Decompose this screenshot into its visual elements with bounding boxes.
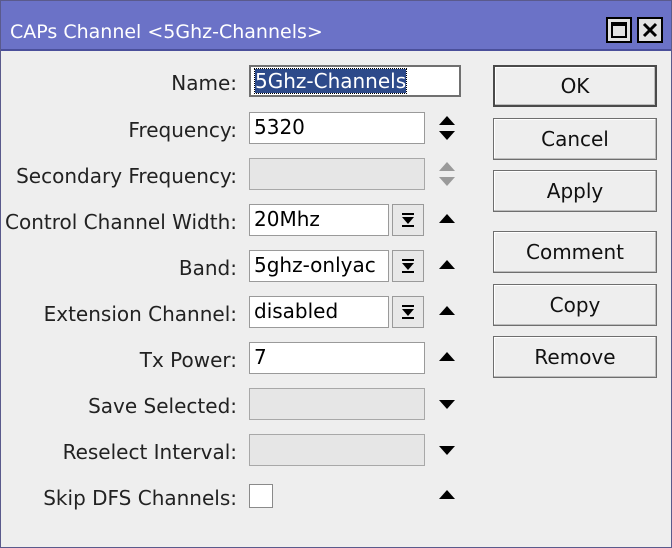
ok-button[interactable]: OK	[493, 65, 657, 107]
reselect-interval-input	[249, 434, 425, 466]
name-label: Name:	[171, 71, 237, 95]
cancel-button[interactable]: Cancel	[493, 118, 657, 160]
frequency-up-down-icon[interactable]	[435, 113, 459, 143]
caps-channel-window: CAPs Channel <5Ghz-Channels> Name: 5Ghz-…	[0, 0, 672, 548]
extension-channel-collapse-icon[interactable]	[435, 297, 459, 327]
extension-channel-select[interactable]: disabled	[249, 296, 389, 328]
skip-dfs-channels-collapse-icon[interactable]	[435, 481, 459, 511]
control-channel-width-value: 20Mhz	[254, 207, 320, 231]
copy-button[interactable]: Copy	[493, 284, 657, 326]
close-button[interactable]	[637, 17, 663, 43]
tx-power-input[interactable]: 7	[249, 342, 425, 374]
control-channel-width-dropdown-button[interactable]	[392, 204, 424, 236]
extension-channel-label: Extension Channel:	[43, 302, 237, 326]
window-title: CAPs Channel <5Ghz-Channels>	[10, 21, 323, 43]
remove-button[interactable]: Remove	[493, 336, 657, 378]
save-selected-expand-icon[interactable]	[435, 389, 459, 419]
dropdown-arrow-icon	[402, 259, 414, 273]
save-selected-label: Save Selected:	[88, 394, 237, 418]
maximize-button[interactable]	[606, 17, 632, 43]
band-label: Band:	[178, 256, 237, 280]
extension-channel-value: disabled	[254, 299, 339, 323]
band-select[interactable]: 5ghz-onlyac	[249, 250, 389, 282]
extension-channel-dropdown-button[interactable]	[392, 296, 424, 328]
name-input[interactable]: 5Ghz-Channels	[249, 65, 461, 97]
secondary-frequency-label: Secondary Frequency:	[16, 164, 237, 188]
frequency-value: 5320	[254, 115, 305, 139]
tx-power-label: Tx Power:	[139, 348, 237, 372]
name-value: 5Ghz-Channels	[253, 68, 408, 94]
save-selected-input	[249, 388, 425, 420]
reselect-interval-label: Reselect Interval:	[62, 440, 237, 464]
skip-dfs-channels-label: Skip DFS Channels:	[43, 486, 237, 510]
title-bar[interactable]: CAPs Channel <5Ghz-Channels>	[1, 1, 671, 51]
tx-power-collapse-icon[interactable]	[435, 343, 459, 373]
skip-dfs-channels-checkbox[interactable]	[249, 484, 273, 508]
control-channel-width-collapse-icon[interactable]	[435, 205, 459, 235]
comment-button[interactable]: Comment	[493, 231, 657, 273]
frequency-input[interactable]: 5320	[249, 112, 425, 144]
reselect-interval-expand-icon[interactable]	[435, 435, 459, 465]
control-channel-width-label: Control Channel Width:	[5, 210, 237, 234]
band-dropdown-button[interactable]	[392, 250, 424, 282]
control-channel-width-select[interactable]: 20Mhz	[249, 204, 389, 236]
apply-button[interactable]: Apply	[493, 170, 657, 212]
secondary-frequency-up-down-icon	[439, 162, 455, 186]
frequency-label: Frequency:	[128, 118, 237, 142]
secondary-frequency-input	[249, 158, 425, 190]
dropdown-arrow-icon	[402, 213, 414, 227]
band-collapse-icon[interactable]	[435, 251, 459, 281]
band-value: 5ghz-onlyac	[254, 253, 376, 277]
dropdown-arrow-icon	[402, 305, 414, 319]
tx-power-value: 7	[254, 345, 267, 369]
